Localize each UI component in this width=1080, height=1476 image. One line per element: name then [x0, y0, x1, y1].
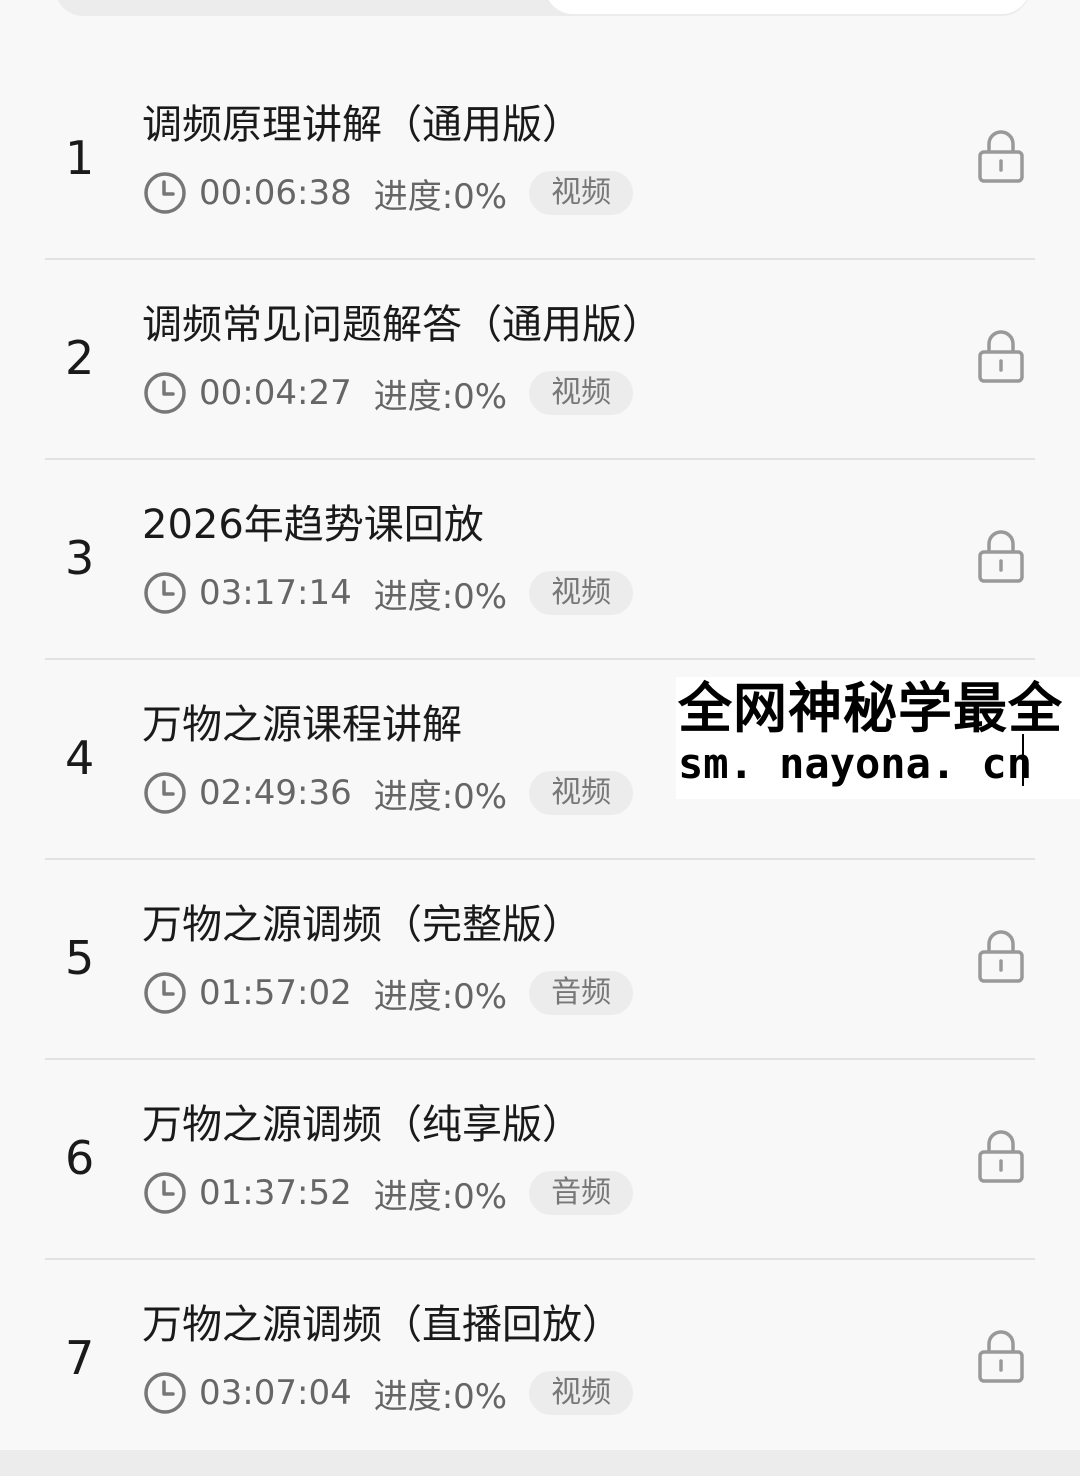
lesson-progress: 进度:0%: [373, 376, 508, 417]
lesson-meta: 01:37:52 进度:0% 音频: [143, 1168, 634, 1218]
lesson-item[interactable]: 7 万物之源调频（直播回放） 03:07:04 进度:0% 视频: [45, 1260, 1035, 1458]
lesson-duration: 03:17:14: [199, 573, 352, 613]
lesson-progress: 进度:0%: [373, 776, 508, 817]
lesson-title: 万物之源调频（直播回放）: [142, 1302, 622, 1348]
lesson-type-badge: 视频: [529, 171, 634, 215]
lesson-meta: 03:17:14 进度:0% 视频: [143, 568, 634, 618]
watermark-url: sm. nayona. cn: [678, 739, 1033, 788]
lesson-title: 调频原理讲解（通用版）: [142, 102, 582, 148]
lesson-meta: 01:57:02 进度:0% 音频: [143, 968, 634, 1018]
lock-icon: [978, 530, 1024, 583]
lesson-index: 6: [65, 1131, 95, 1185]
lesson-item[interactable]: 2 调频常见问题解答（通用版） 00:04:27 进度:0% 视频: [45, 260, 1035, 460]
lesson-title: 万物之源调频（完整版）: [142, 902, 582, 948]
clock-icon: [144, 1372, 186, 1414]
lesson-title: 2026年趋势课回放: [142, 502, 484, 548]
lesson-duration: 02:49:36: [199, 773, 352, 813]
lesson-type-badge: 音频: [529, 971, 634, 1015]
lesson-meta: 00:04:27 进度:0% 视频: [143, 368, 634, 418]
bottom-divider: [0, 1450, 1080, 1476]
lesson-index: 2: [65, 331, 95, 385]
clock-icon: [144, 172, 186, 214]
lock-icon: [978, 930, 1024, 983]
lesson-type-badge: 视频: [529, 571, 634, 615]
lesson-progress: 进度:0%: [373, 576, 508, 617]
lock-icon: [978, 1130, 1024, 1183]
lesson-index: 5: [65, 931, 95, 985]
lesson-title: 万物之源调频（纯享版）: [142, 1102, 582, 1148]
lesson-meta: 03:07:04 进度:0% 视频: [143, 1368, 634, 1418]
lesson-item[interactable]: 3 2026年趋势课回放 03:17:14 进度:0% 视频: [45, 460, 1035, 660]
lesson-title: 调频常见问题解答（通用版）: [142, 302, 662, 348]
text-cursor: [1022, 734, 1024, 786]
lesson-progress: 进度:0%: [373, 1176, 508, 1217]
watermark-title: 全网神秘学最全: [678, 676, 1063, 740]
top-tab-active[interactable]: [545, 0, 1030, 14]
lock-icon: [978, 130, 1024, 183]
lesson-progress: 进度:0%: [373, 1376, 508, 1417]
clock-icon: [144, 1172, 186, 1214]
lock-icon: [978, 1330, 1024, 1383]
lesson-duration: 01:37:52: [199, 1173, 352, 1213]
clock-icon: [144, 772, 186, 814]
lesson-progress: 进度:0%: [373, 976, 508, 1017]
lesson-type-badge: 视频: [529, 371, 634, 415]
clock-icon: [144, 572, 186, 614]
lesson-duration: 00:06:38: [199, 173, 352, 213]
lesson-index: 1: [65, 131, 95, 185]
lesson-duration: 03:07:04: [199, 1373, 352, 1413]
lesson-meta: 02:49:36 进度:0% 视频: [143, 768, 634, 818]
lesson-progress: 进度:0%: [373, 176, 508, 217]
lesson-item[interactable]: 1 调频原理讲解（通用版） 00:06:38 进度:0% 视频: [45, 60, 1035, 260]
lesson-meta: 00:06:38 进度:0% 视频: [143, 168, 634, 218]
lesson-item[interactable]: 6 万物之源调频（纯享版） 01:37:52 进度:0% 音频: [45, 1060, 1035, 1260]
lesson-index: 4: [65, 731, 95, 785]
lesson-index: 7: [65, 1331, 95, 1385]
watermark: 全网神秘学最全 sm. nayona. cn: [676, 677, 1080, 799]
clock-icon: [144, 972, 186, 1014]
clock-icon: [144, 372, 186, 414]
lesson-item[interactable]: 5 万物之源调频（完整版） 01:57:02 进度:0% 音频: [45, 860, 1035, 1060]
lock-icon: [978, 330, 1024, 383]
lesson-index: 3: [65, 531, 95, 585]
lesson-duration: 01:57:02: [199, 973, 352, 1013]
lesson-type-badge: 音频: [529, 1171, 634, 1215]
lesson-title: 万物之源课程讲解: [142, 702, 462, 748]
lesson-duration: 00:04:27: [199, 373, 352, 413]
lesson-type-badge: 视频: [529, 1371, 634, 1415]
lesson-type-badge: 视频: [529, 771, 634, 815]
